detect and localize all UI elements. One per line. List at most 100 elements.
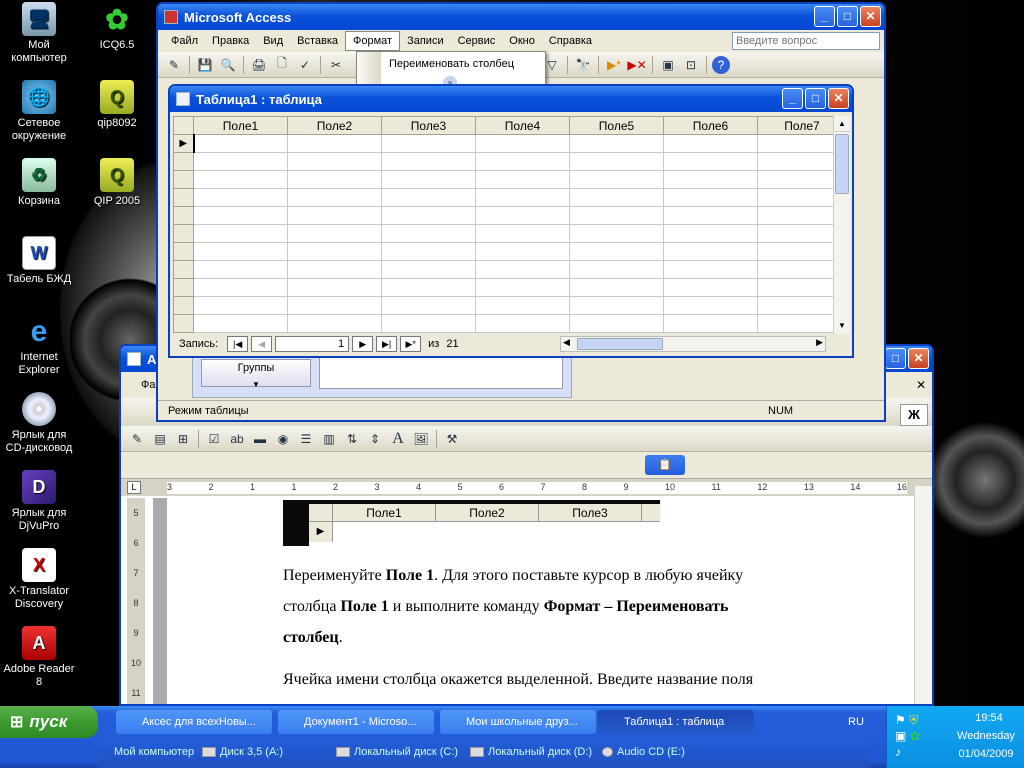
table-cell[interactable] bbox=[475, 260, 570, 279]
menu-edit[interactable]: Правка bbox=[205, 32, 256, 50]
table-cell[interactable] bbox=[475, 296, 570, 315]
table-cell[interactable] bbox=[475, 206, 570, 225]
row-selector[interactable] bbox=[173, 188, 194, 207]
scroll-up-arrow-icon[interactable]: ▲ bbox=[834, 116, 850, 132]
table-cell[interactable] bbox=[287, 278, 382, 297]
groups-button[interactable]: Группы ▼ bbox=[201, 359, 311, 389]
table-cell[interactable] bbox=[475, 224, 570, 243]
new-record-nav-button[interactable]: ▶* bbox=[400, 336, 422, 352]
menu-insert[interactable]: Вставка bbox=[290, 32, 345, 50]
table-cell[interactable] bbox=[569, 278, 664, 297]
scroll-thumb[interactable] bbox=[577, 338, 663, 350]
table-cell[interactable] bbox=[663, 134, 758, 153]
table-cell[interactable] bbox=[287, 296, 382, 315]
column-header[interactable]: Поле4 bbox=[475, 116, 570, 135]
menu-view[interactable]: Вид bbox=[256, 32, 290, 50]
table-cell[interactable] bbox=[381, 206, 476, 225]
textbox-icon[interactable]: ab bbox=[227, 429, 247, 449]
table-cell[interactable] bbox=[663, 152, 758, 171]
volume-tray-icon[interactable]: ♪ bbox=[895, 745, 901, 759]
taskbar-item-access[interactable]: Аксес для всехНовы... bbox=[116, 710, 272, 734]
shield-icon[interactable]: ⛨ bbox=[909, 713, 918, 727]
desktop-icon-icq[interactable]: ✿ ICQ6.5 bbox=[78, 2, 156, 52]
quick-launch-my-computer[interactable]: Мой компьютер bbox=[114, 746, 194, 758]
column-header[interactable]: Поле1 bbox=[193, 116, 288, 135]
button-icon[interactable]: ▬ bbox=[250, 429, 270, 449]
save-icon[interactable]: 💾 bbox=[195, 55, 215, 75]
table-cell[interactable] bbox=[381, 170, 476, 189]
taskbar-item-table[interactable]: Таблица1 : таблица bbox=[598, 710, 754, 734]
column-header[interactable]: Поле3 bbox=[381, 116, 476, 135]
table-cell[interactable] bbox=[381, 296, 476, 315]
table-cell[interactable] bbox=[287, 134, 382, 153]
table-cell[interactable] bbox=[287, 206, 382, 225]
table-cell[interactable] bbox=[569, 206, 664, 225]
table-cell[interactable] bbox=[193, 260, 288, 279]
desktop-icon-recycle-bin[interactable]: ♻ Корзина bbox=[0, 158, 78, 208]
first-record-button[interactable]: |◀ bbox=[227, 336, 249, 352]
radio-icon[interactable]: ◉ bbox=[273, 429, 293, 449]
row-selector[interactable] bbox=[173, 278, 194, 297]
table-cell[interactable] bbox=[193, 170, 288, 189]
row-selector[interactable] bbox=[173, 206, 194, 225]
scroll-right-arrow-icon[interactable]: ▶ bbox=[816, 337, 823, 348]
table-cell[interactable] bbox=[569, 260, 664, 279]
monitor-tray-icon[interactable]: ▣ bbox=[895, 729, 906, 743]
close-button[interactable]: ✕ bbox=[828, 88, 849, 109]
table-cell[interactable] bbox=[381, 134, 476, 153]
desktop-icon-network[interactable]: 🌐 Сетевое окружение bbox=[0, 80, 78, 143]
tools-icon[interactable]: ⚒ bbox=[442, 429, 462, 449]
image-icon[interactable]: 🖼 bbox=[411, 429, 431, 449]
table-cell[interactable] bbox=[287, 314, 382, 333]
listbox-icon[interactable]: ☰ bbox=[296, 429, 316, 449]
table-cell[interactable] bbox=[663, 224, 758, 243]
icq-tray-icon[interactable]: ✿ bbox=[910, 729, 920, 743]
maximize-button[interactable]: □ bbox=[837, 6, 858, 27]
table-cell[interactable] bbox=[663, 260, 758, 279]
print-icon[interactable]: 🖨 bbox=[249, 55, 269, 75]
new-object-icon[interactable]: ⊡ bbox=[681, 55, 701, 75]
cut-icon[interactable]: ✂ bbox=[326, 55, 346, 75]
table-cell[interactable] bbox=[663, 242, 758, 261]
word-vertical-scrollbar[interactable] bbox=[914, 486, 932, 704]
find-icon[interactable]: 🔭 bbox=[573, 55, 593, 75]
checkbox-icon[interactable]: ☑ bbox=[204, 429, 224, 449]
search-file-icon[interactable]: 🔍 bbox=[218, 55, 238, 75]
table-cell[interactable] bbox=[193, 314, 288, 333]
bold-button[interactable]: Ж bbox=[900, 404, 928, 426]
table-cell[interactable] bbox=[569, 152, 664, 171]
delete-record-icon[interactable]: ▶✕ bbox=[627, 55, 647, 75]
clipboard-icon[interactable]: 📋 bbox=[645, 455, 685, 475]
table-cell[interactable] bbox=[381, 314, 476, 333]
table-cell[interactable] bbox=[287, 224, 382, 243]
design-view-icon[interactable]: ✎ bbox=[164, 55, 184, 75]
table-cell[interactable] bbox=[193, 152, 288, 171]
language-indicator[interactable]: RU bbox=[848, 716, 864, 728]
taskbar-item-browser[interactable]: Мои школьные друз... bbox=[440, 710, 596, 734]
table-cell[interactable] bbox=[569, 296, 664, 315]
help-search-input[interactable] bbox=[732, 32, 880, 50]
help-icon[interactable]: ? bbox=[712, 55, 730, 74]
combobox-icon[interactable]: ▥ bbox=[319, 429, 339, 449]
table-cell[interactable] bbox=[569, 314, 664, 333]
table-cell[interactable] bbox=[193, 188, 288, 207]
table-cell[interactable] bbox=[193, 278, 288, 297]
table-cell[interactable] bbox=[193, 206, 288, 225]
table-cell[interactable] bbox=[192, 134, 288, 153]
spelling-icon[interactable]: ✓ bbox=[295, 55, 315, 75]
menu-records[interactable]: Записи bbox=[400, 32, 451, 50]
network-tray-icon[interactable]: ⚑ bbox=[895, 713, 906, 727]
table-cell[interactable] bbox=[475, 134, 570, 153]
minimize-button[interactable]: _ bbox=[782, 88, 803, 109]
scroll-thumb[interactable] bbox=[835, 134, 849, 194]
desktop-icon-tabel[interactable]: W Табель БЖД bbox=[0, 236, 78, 286]
table-cell[interactable] bbox=[193, 224, 288, 243]
next-record-button[interactable]: ▶ bbox=[352, 336, 374, 352]
current-record-input[interactable]: 1 bbox=[275, 336, 350, 352]
column-header[interactable]: Поле2 bbox=[287, 116, 382, 135]
menu-tools[interactable]: Сервис bbox=[451, 32, 503, 50]
scroll-down-arrow-icon[interactable]: ▼ bbox=[834, 318, 850, 334]
table-cell[interactable] bbox=[663, 188, 758, 207]
table-cell[interactable] bbox=[475, 242, 570, 261]
start-button[interactable]: ⊞ пуск bbox=[0, 706, 98, 738]
